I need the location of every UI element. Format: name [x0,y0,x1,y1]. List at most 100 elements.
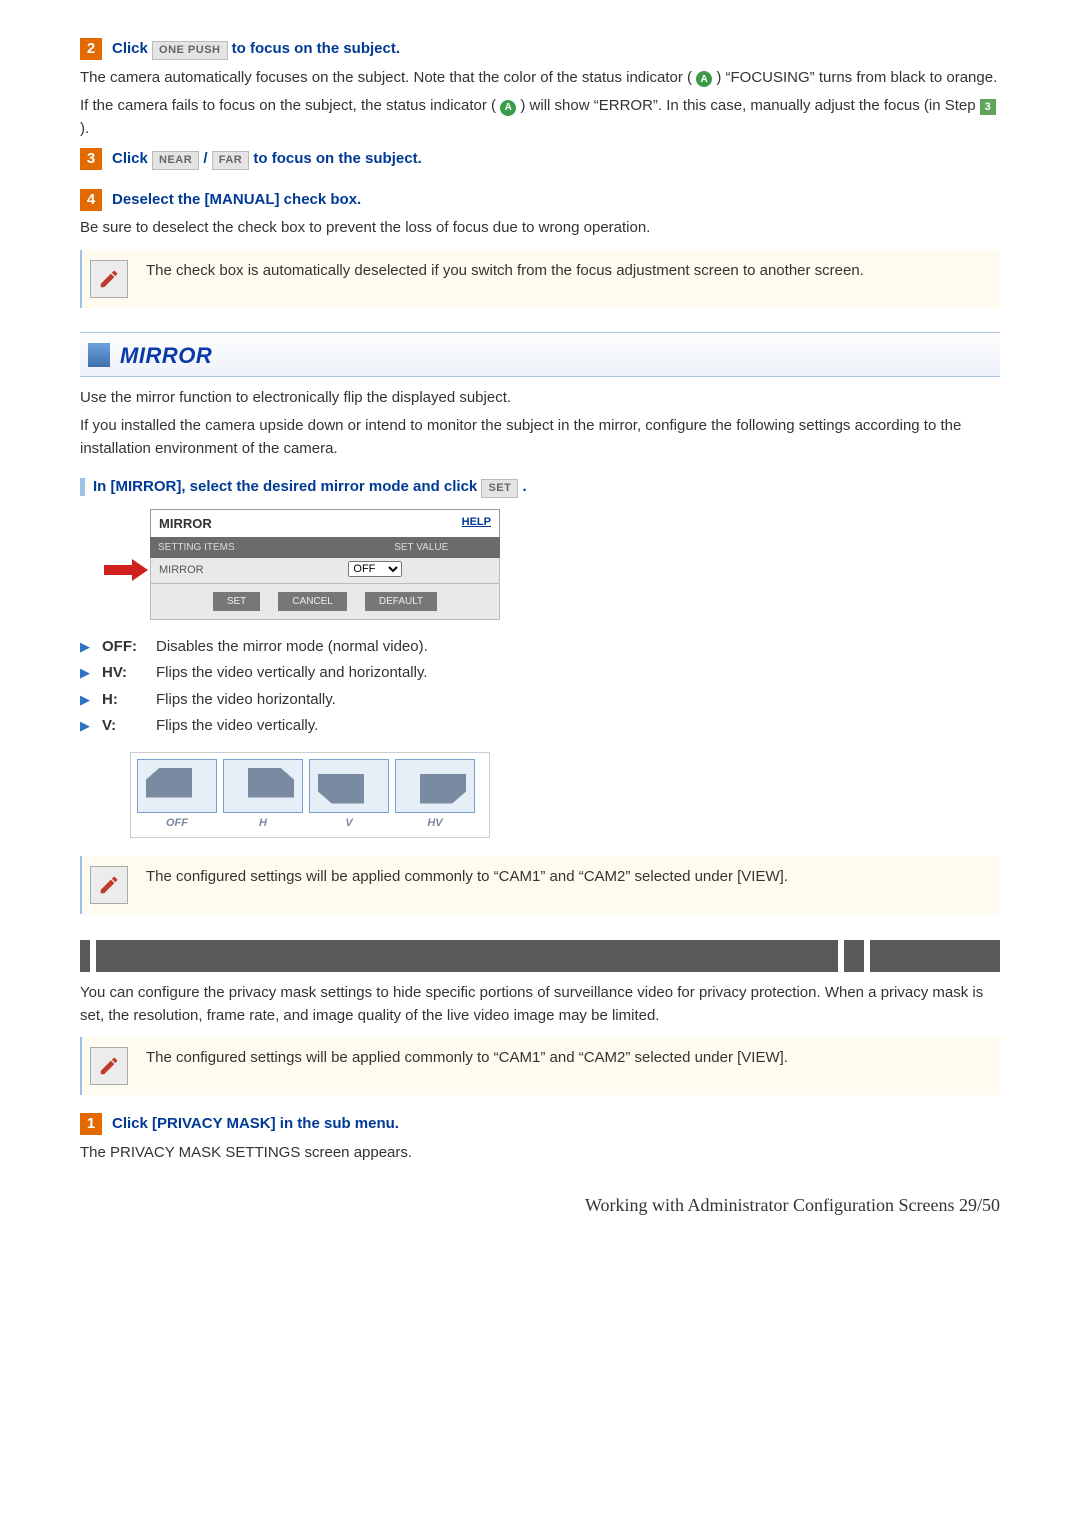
chevron-icon: ▶ [80,637,92,657]
option-hv: ▶ HV: Flips the video vertically and hor… [80,662,1000,685]
mirror-thumbnails: OFF H V HV [130,752,490,839]
step-4-title: Deselect the [MANUAL] check box. [112,189,361,212]
step-number-4: 4 [80,189,102,211]
note-text: The check box is automatically deselecte… [146,260,864,283]
privacy-step-body: The PRIVACY MASK SETTINGS screen appears… [80,1142,1000,1165]
one-push-button[interactable]: ONE PUSH [152,41,227,60]
step-2-header: 2 Click ONE PUSH to focus on the subject… [80,38,1000,61]
subheading-tick-icon [80,478,85,496]
option-h: ▶ H: Flips the video horizontally. [80,689,1000,712]
thumb-v: V [309,759,389,832]
mirror-mode-select[interactable]: OFF [348,561,402,577]
bar-segment [80,940,90,972]
note-text: The configured settings will be applied … [146,866,788,889]
note-box: The configured settings will be applied … [80,856,1000,914]
panel-row-mirror: MIRROR OFF [150,558,500,584]
step-3-header: 3 Click NEAR / FAR to focus on the subje… [80,148,1000,171]
thumb-caption: H [223,815,303,832]
thumb-caption: OFF [137,815,217,832]
thumb-hv: HV [395,759,475,832]
panel-set-button[interactable]: SET [213,592,260,611]
text: ) will show “ERROR”. In this case, manua… [520,97,979,114]
note-text: The configured settings will be applied … [146,1047,788,1070]
step-4-body: Be sure to deselect the check box to pre… [80,217,1000,240]
bar-segment [844,940,864,972]
near-button[interactable]: NEAR [152,151,199,170]
opt-desc: Disables the mirror mode (normal video). [156,636,428,659]
mirror-options-list: ▶ OFF: Disables the mirror mode (normal … [80,636,1000,738]
chevron-icon: ▶ [80,690,92,710]
step-ref-3-icon: 3 [980,99,996,115]
opt-desc: Flips the video vertically and horizonta… [156,662,428,685]
option-off: ▶ OFF: Disables the mirror mode (normal … [80,636,1000,659]
mirror-subheading-text: In [MIRROR], select the desired mirror m… [93,476,527,499]
note-box: The configured settings will be applied … [80,1037,1000,1095]
text: to focus on the subject. [232,40,400,57]
section-stripe-icon [88,343,110,367]
mirror-intro-1: Use the mirror function to electronicall… [80,387,1000,410]
opt-label: H: [102,689,146,712]
option-v: ▶ V: Flips the video vertically. [80,715,1000,738]
pencil-icon [90,260,128,298]
text: In [MIRROR], select the desired mirror m… [93,478,481,495]
status-indicator-a-icon: A [696,71,712,87]
text: The camera automatically focuses on the … [80,69,692,86]
step-number-2: 2 [80,38,102,60]
privacy-step-title: Click [PRIVACY MASK] in the sub menu. [112,1113,399,1136]
text: ). [80,120,89,137]
bar-segment [96,940,838,972]
thumb-caption: HV [395,815,475,832]
privacy-step-1-header: 1 Click [PRIVACY MASK] in the sub menu. [80,1113,1000,1136]
status-indicator-a-icon: A [500,100,516,116]
step-2-body-1: The camera automatically focuses on the … [80,67,1000,90]
opt-label: OFF: [102,636,146,659]
step-4-header: 4 Deselect the [MANUAL] check box. [80,189,1000,212]
mirror-section-header: MIRROR [80,332,1000,377]
privacy-section-header-bar [80,940,1000,972]
panel-columns: SETTING ITEMS SET VALUE [150,537,500,558]
page-footer: Working with Administrator Configuration… [80,1192,1000,1219]
chevron-icon: ▶ [80,663,92,683]
pencil-icon [90,866,128,904]
mirror-intro-2: If you installed the camera upside down … [80,415,1000,460]
panel-default-button[interactable]: DEFAULT [365,592,437,611]
thumb-h: H [223,759,303,832]
text: Click [112,40,152,57]
chevron-icon: ▶ [80,716,92,736]
row-label: MIRROR [151,558,342,583]
mirror-subheading: In [MIRROR], select the desired mirror m… [80,476,1000,499]
step-2-body-2: If the camera fails to focus on the subj… [80,95,1000,140]
privacy-intro: You can configure the privacy mask setti… [80,982,1000,1027]
mirror-settings-panel: MIRROR HELP SETTING ITEMS SET VALUE MIRR… [150,509,500,620]
text: . [523,478,527,495]
step-2-title: Click ONE PUSH to focus on the subject. [112,38,400,61]
mirror-heading: MIRROR [120,339,212,372]
pencil-icon [90,1047,128,1085]
opt-label: HV: [102,662,146,685]
text: If the camera fails to focus on the subj… [80,97,496,114]
text: ) “FOCUSING” turns from black to orange. [716,69,997,86]
text: Click [112,150,152,167]
thumb-caption: V [309,815,389,832]
step-3-title: Click NEAR / FAR to focus on the subject… [112,148,422,171]
set-button[interactable]: SET [481,479,518,498]
red-arrow-icon [104,559,148,581]
opt-label: V: [102,715,146,738]
opt-desc: Flips the video horizontally. [156,689,336,712]
thumb-off: OFF [137,759,217,832]
bar-segment [870,940,1000,972]
opt-desc: Flips the video vertically. [156,715,318,738]
note-box: The check box is automatically deselecte… [80,250,1000,308]
col-setting-items: SETTING ITEMS [150,537,343,558]
far-button[interactable]: FAR [212,151,250,170]
panel-buttons: SET CANCEL DEFAULT [150,584,500,620]
col-set-value: SET VALUE [343,537,501,558]
panel-title: MIRROR [159,514,212,534]
panel-header: MIRROR HELP [150,509,500,538]
panel-cancel-button[interactable]: CANCEL [278,592,347,611]
text: to focus on the subject. [253,150,421,167]
help-link[interactable]: HELP [462,514,491,534]
text: / [203,150,211,167]
step-number-1: 1 [80,1113,102,1135]
step-number-3: 3 [80,148,102,170]
